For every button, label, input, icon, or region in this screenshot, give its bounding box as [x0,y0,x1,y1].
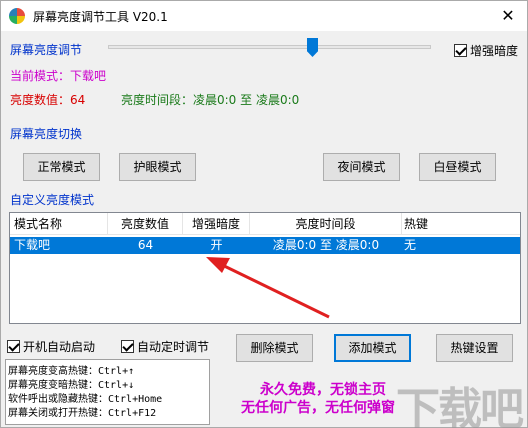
auto-timer-label: 自动定时调节 [137,340,210,354]
hotkey-info-line: 屏幕亮度变暗热键：Ctrl+↓ [8,380,135,391]
brightness-label: 屏幕亮度调节 [10,43,83,57]
enhance-dark-label: 增强暗度 [470,44,519,58]
watermark-logo: 下载吧 [396,384,524,428]
hotkey-settings-button[interactable]: 热键设置 [436,334,513,362]
hotkey-info-box: 屏幕亮度变高热键：Ctrl+↑ 屏幕亮度变暗热键：Ctrl+↓ 软件呼出或隐藏热… [5,359,210,425]
brightness-slider-track[interactable] [108,45,431,49]
add-mode-button[interactable]: 添加模式 [334,334,411,362]
row-hotkey: 无 [404,238,417,252]
switch-section-label: 屏幕亮度切换 [10,127,83,141]
column-header-name[interactable]: 模式名称 [10,213,108,235]
app-icon [9,8,25,24]
hotkey-info-line: 屏幕关闭或打开热键：Ctrl+F12 [8,408,157,419]
table-header: 模式名称 亮度数值 增强暗度 亮度时间段 热键 [10,213,520,235]
brightness-slider-thumb[interactable] [307,38,318,57]
hotkey-info-line: 屏幕亮度变高热键：Ctrl+↑ [8,366,135,377]
column-header-enhance[interactable]: 增强暗度 [183,213,250,235]
close-button[interactable]: ✕ [495,3,521,29]
day-mode-button[interactable]: 白昼模式 [419,153,496,181]
normal-mode-button[interactable]: 正常模式 [23,153,100,181]
window-title: 屏幕亮度调节工具 V20.1 [33,10,168,24]
night-mode-button[interactable]: 夜间模式 [323,153,400,181]
hotkey-info-line: 软件呼出或隐藏热键：Ctrl+Home [8,394,163,405]
column-header-time[interactable]: 亮度时间段 [250,213,402,235]
main-window: 屏幕亮度调节工具 V20.1 ✕ 屏幕亮度调节 增强暗度 当前模式：下载吧 亮度… [0,0,528,428]
enhance-dark-check-icon[interactable] [454,44,467,57]
auto-timer-check-icon[interactable] [121,340,134,353]
red-arrow-icon [206,257,330,319]
eye-care-mode-button[interactable]: 护眼模式 [119,153,196,181]
autostart-check-icon[interactable] [7,340,20,353]
delete-mode-button[interactable]: 删除模式 [236,334,313,362]
custom-section-label: 自定义亮度模式 [10,193,95,207]
promo-line-2: 无任何广告，无任何弹窗 [241,400,395,416]
row-name: 下载吧 [14,238,51,252]
column-header-value[interactable]: 亮度数值 [108,213,183,235]
promo-line-1: 永久免费，无锁主页 [260,382,386,398]
time-range-text: 亮度时间段：凌晨0:0 至 凌晨0:0 [121,93,300,107]
column-header-hotkey[interactable]: 热键 [402,213,520,235]
row-value: 64 [137,238,154,252]
autostart-checkbox[interactable]: 开机自动启动 [7,338,95,355]
autostart-label: 开机自动启动 [23,340,96,354]
enhance-dark-checkbox[interactable]: 增强暗度 [454,42,518,59]
auto-timer-checkbox[interactable]: 自动定时调节 [121,338,209,355]
title-bar: 屏幕亮度调节工具 V20.1 ✕ [1,1,527,31]
brightness-value-text: 亮度数值：64 [10,93,86,107]
current-mode-text: 当前模式：下载吧 [10,69,107,83]
